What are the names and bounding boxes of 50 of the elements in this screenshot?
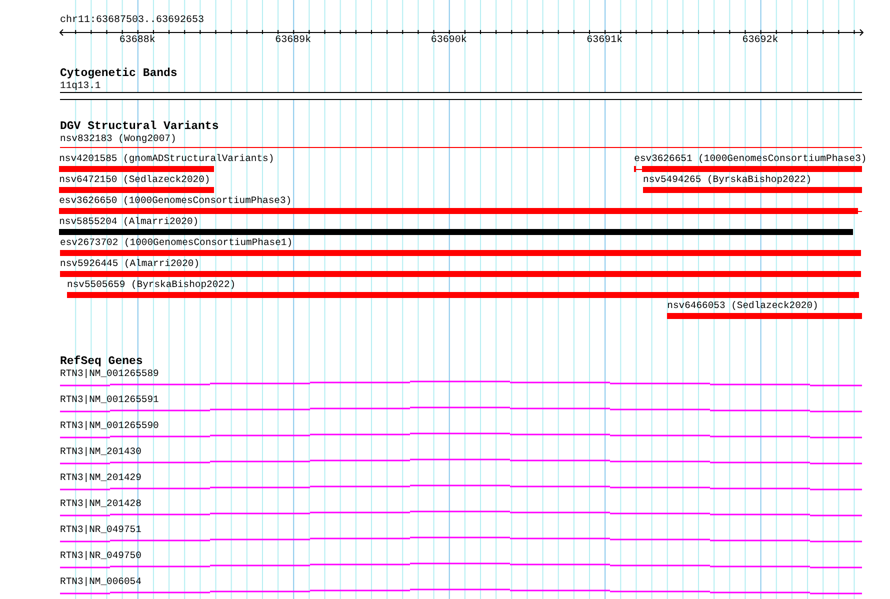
gene-line[interactable] (60, 588, 862, 594)
variant-label: nsv5494265 (ByrskaBishop2022) (643, 174, 812, 186)
variant-bar[interactable] (59, 229, 854, 235)
variant-bar[interactable] (667, 313, 862, 319)
gene-label: RTN3|NM_001265589 (60, 368, 159, 380)
track-title: DGV Structural Variants (60, 120, 219, 133)
gene-label: RTN3|NM_201429 (60, 472, 142, 484)
variant-label: nsv4201585 (gnomADStructuralVariants) (59, 153, 274, 165)
track-title: Cytogenetic Bands (60, 67, 178, 80)
ruler-tick-label: 63691k (586, 36, 623, 46)
gene-line[interactable] (60, 510, 862, 516)
ruler-tick-label: 63689k (275, 36, 312, 46)
gene-line[interactable] (60, 536, 862, 542)
gene-line[interactable] (60, 406, 862, 412)
variant-bar[interactable] (643, 187, 862, 193)
gene-label: RTN3|NM_201430 (60, 446, 142, 458)
gene-label: RTN3|NR_049751 (60, 524, 142, 536)
variant-label: esv3626651 (1000GenomesConsortiumPhase3) (634, 153, 867, 165)
variant-label: nsv6466053 (Sedlazeck2020) (667, 300, 818, 312)
variant-label: nsv832183 (Wong2007) (60, 133, 176, 145)
variant-bar[interactable] (60, 271, 862, 277)
variant-label: nsv5505659 (ByrskaBishop2022) (67, 279, 236, 291)
variant-bar[interactable] (59, 208, 858, 214)
variant-line[interactable] (60, 147, 862, 148)
gene-label: RTN3|NM_001265591 (60, 394, 159, 406)
region-location: chr11:63687503..63692653 (60, 14, 204, 28)
gene-line[interactable] (60, 458, 862, 464)
variant-bar[interactable] (59, 187, 214, 193)
gene-label: RTN3|NM_201428 (60, 498, 142, 510)
gene-line[interactable] (60, 484, 862, 490)
variant-label: esv3626650 (1000GenomesConsortiumPhase3) (59, 195, 292, 207)
variant-bar[interactable] (642, 166, 862, 172)
variant-bar[interactable] (60, 250, 862, 256)
variant-label: nsv6472150 (Sedlazeck2020) (59, 174, 210, 186)
gene-label: RTN3|NM_006054 (60, 576, 142, 588)
gene-line[interactable] (60, 432, 862, 438)
gene-label: RTN3|NR_049750 (60, 550, 142, 562)
gene-line[interactable] (60, 380, 862, 386)
variant-bar[interactable] (67, 292, 860, 298)
ruler-tick-label: 63692k (742, 36, 778, 46)
ruler-tick-label: 63688k (119, 36, 156, 46)
band-label: 11q13.1 (60, 80, 101, 92)
variant-label: nsv5926445 (Almarri2020) (60, 258, 200, 270)
variant-bar[interactable] (59, 166, 214, 172)
track-title: RefSeq Genes (60, 355, 143, 368)
variant-label: esv2673702 (1000GenomesConsortiumPhase1) (60, 237, 293, 249)
gene-label: RTN3|NM_001265590 (60, 420, 159, 432)
ruler-tick-label: 63690k (430, 36, 467, 46)
gene-line[interactable] (60, 562, 862, 568)
variant-label: nsv5855204 (Almarri2020) (59, 216, 199, 228)
